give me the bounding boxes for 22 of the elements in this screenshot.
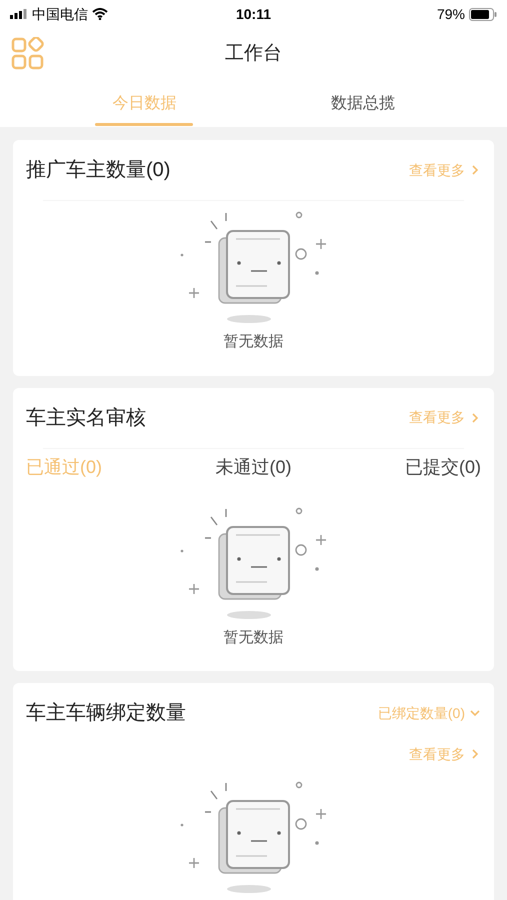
empty-message: 暂无数据 [224,628,284,648]
apps-grid-icon[interactable] [11,37,45,71]
card-title: 车主实名审核 [26,406,146,430]
empty-message: 暂无数据 [224,332,284,352]
wifi-icon [92,8,108,20]
page-title: 工作台 [225,42,282,66]
more-link[interactable]: 查看更多 [409,407,481,428]
dropdown-link[interactable]: 已绑定数量(0) [378,702,481,724]
more-link[interactable]: 查看更多 [409,160,481,180]
more-link[interactable]: 查看更多 [409,744,481,764]
filter-tab[interactable]: 已通过(0) [26,454,102,481]
filter-tab[interactable]: 已提交(0) [405,454,481,481]
card-title: 车主车辆绑定数量 [26,701,186,726]
signal-icon [10,9,28,19]
filter-tab[interactable]: 未通过(0) [216,454,292,481]
tab[interactable]: 今日数据 [40,80,248,127]
battery-icon [468,8,497,20]
battery-level-label: 79% [436,4,465,24]
card-title: 推广车主数量(0) [26,158,170,183]
clock-time: 10:11 [236,4,272,24]
carrier-label: 中国电信 [32,4,88,24]
tab[interactable]: 数据总揽 [258,80,467,127]
